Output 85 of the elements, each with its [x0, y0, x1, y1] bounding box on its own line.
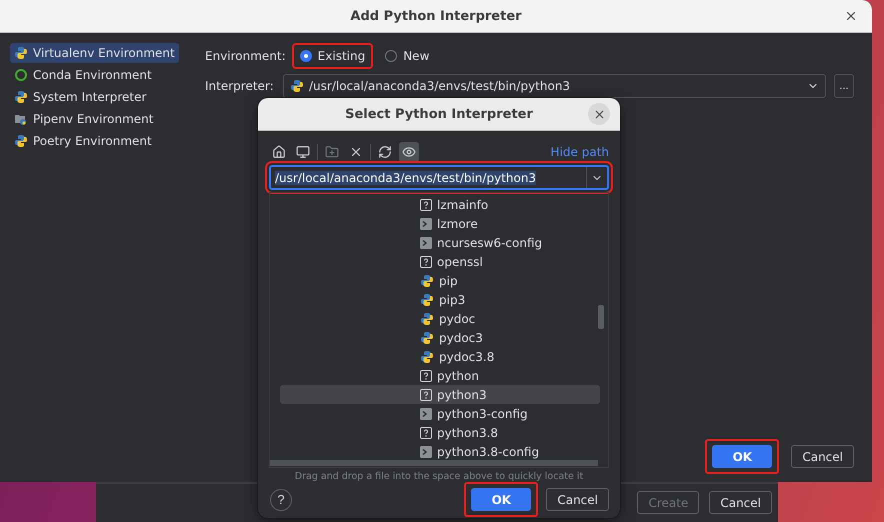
- close-icon: [349, 145, 363, 159]
- window-title: Add Python Interpreter: [350, 8, 522, 24]
- eye-icon: [402, 145, 416, 159]
- file-name: pydoc3.8: [439, 350, 494, 364]
- file-item[interactable]: pip: [280, 271, 600, 290]
- window-title: Select Python Interpreter: [345, 106, 533, 122]
- sidebar-item[interactable]: System Interpreter: [10, 87, 150, 107]
- scrollbar-thumb[interactable]: [598, 305, 604, 329]
- python-icon: [420, 350, 434, 364]
- file-item[interactable]: python: [280, 366, 600, 385]
- file-item[interactable]: openssl: [280, 252, 600, 271]
- terminal-file-icon: [420, 408, 432, 420]
- help-button[interactable]: ?: [270, 488, 292, 510]
- python-icon: [290, 79, 304, 93]
- home-icon: [272, 145, 286, 159]
- file-item[interactable]: ncursesw6-config: [280, 233, 600, 252]
- question-file-icon: [420, 388, 432, 400]
- ok-button[interactable]: OK: [712, 445, 772, 468]
- ring-icon: [14, 68, 28, 82]
- terminal-file-icon: [420, 218, 432, 230]
- python-icon: [14, 90, 28, 104]
- file-item[interactable]: python3-config: [280, 404, 600, 423]
- python-icon: [420, 292, 434, 306]
- file-item[interactable]: pip3: [280, 290, 600, 309]
- close-button[interactable]: [588, 103, 610, 125]
- toolbar-button[interactable]: [399, 142, 419, 162]
- refresh-icon: [378, 145, 392, 159]
- question-file-icon: [420, 198, 432, 210]
- file-item[interactable]: lzmore: [280, 214, 600, 233]
- file-item[interactable]: pydoc3.8: [280, 347, 600, 366]
- file-name: python3-config: [437, 406, 528, 420]
- file-item[interactable]: lzmainfo: [280, 195, 600, 214]
- file-name: lzmore: [437, 216, 478, 230]
- file-item[interactable]: pydoc3: [280, 328, 600, 347]
- sidebar-label: Virtualenv Environment: [33, 46, 175, 60]
- file-name: openssl: [437, 254, 483, 268]
- terminal-file-icon: [420, 236, 432, 248]
- file-item[interactable]: python3.8-config: [280, 442, 600, 461]
- terminal-file-icon: [420, 446, 432, 458]
- python-icon: [14, 46, 28, 60]
- python-icon: [420, 274, 434, 288]
- sidebar-label: Poetry Environment: [33, 134, 152, 148]
- radio-option[interactable]: New: [379, 45, 436, 67]
- monitor-icon: [296, 145, 310, 159]
- radio-option[interactable]: Existing: [294, 45, 372, 67]
- sidebar-label: Pipenv Environment: [33, 112, 154, 126]
- file-name: pip: [439, 274, 458, 288]
- cancel-button[interactable]: Cancel: [709, 491, 772, 514]
- sidebar-item[interactable]: Conda Environment: [10, 65, 156, 85]
- sidebar-item[interactable]: Poetry Environment: [10, 131, 156, 151]
- ok-button[interactable]: OK: [471, 488, 532, 511]
- question-file-icon: [420, 370, 432, 382]
- file-name: pydoc3: [439, 330, 483, 344]
- file-name: pydoc: [439, 312, 476, 326]
- question-file-icon: [420, 256, 432, 268]
- file-name: python3: [437, 388, 487, 402]
- new-folder-icon: [325, 145, 339, 159]
- file-name: python: [437, 368, 479, 382]
- hide-path-link[interactable]: Hide path: [550, 145, 609, 159]
- file-name: python3.8-config: [437, 444, 540, 458]
- field-label: Interpreter:: [205, 78, 275, 94]
- sidebar-item[interactable]: Virtualenv Environment: [10, 43, 179, 63]
- field-label: Environment:: [205, 48, 286, 64]
- file-name: python3.8: [437, 426, 498, 440]
- sidebar-label: System Interpreter: [33, 90, 146, 104]
- cancel-button[interactable]: Cancel: [546, 488, 609, 511]
- file-item[interactable]: python3: [280, 385, 600, 404]
- file-item[interactable]: python3.8: [280, 423, 600, 442]
- file-name: ncursesw6-config: [437, 236, 542, 250]
- python-icon: [420, 330, 434, 344]
- drop-hint-text: Drag and drop a file into the space above to quickly locate it: [294, 471, 584, 482]
- close-icon: [592, 108, 606, 120]
- file-name: lzmainfo: [437, 198, 488, 212]
- sidebar-label: Conda Environment: [33, 68, 152, 82]
- file-name: pip3: [439, 292, 466, 306]
- browse-button[interactable]: ...: [834, 74, 854, 98]
- sidebar-item[interactable]: Pipenv Environment: [10, 109, 158, 129]
- question-file-icon: [420, 426, 432, 438]
- python-icon: [14, 134, 28, 148]
- file-item[interactable]: pydoc: [280, 309, 600, 328]
- python-icon: [420, 312, 434, 326]
- scrollbar-thumb[interactable]: [270, 460, 598, 466]
- close-icon: [844, 9, 858, 23]
- cancel-button[interactable]: Cancel: [791, 445, 854, 468]
- folder-python-icon: [14, 112, 28, 126]
